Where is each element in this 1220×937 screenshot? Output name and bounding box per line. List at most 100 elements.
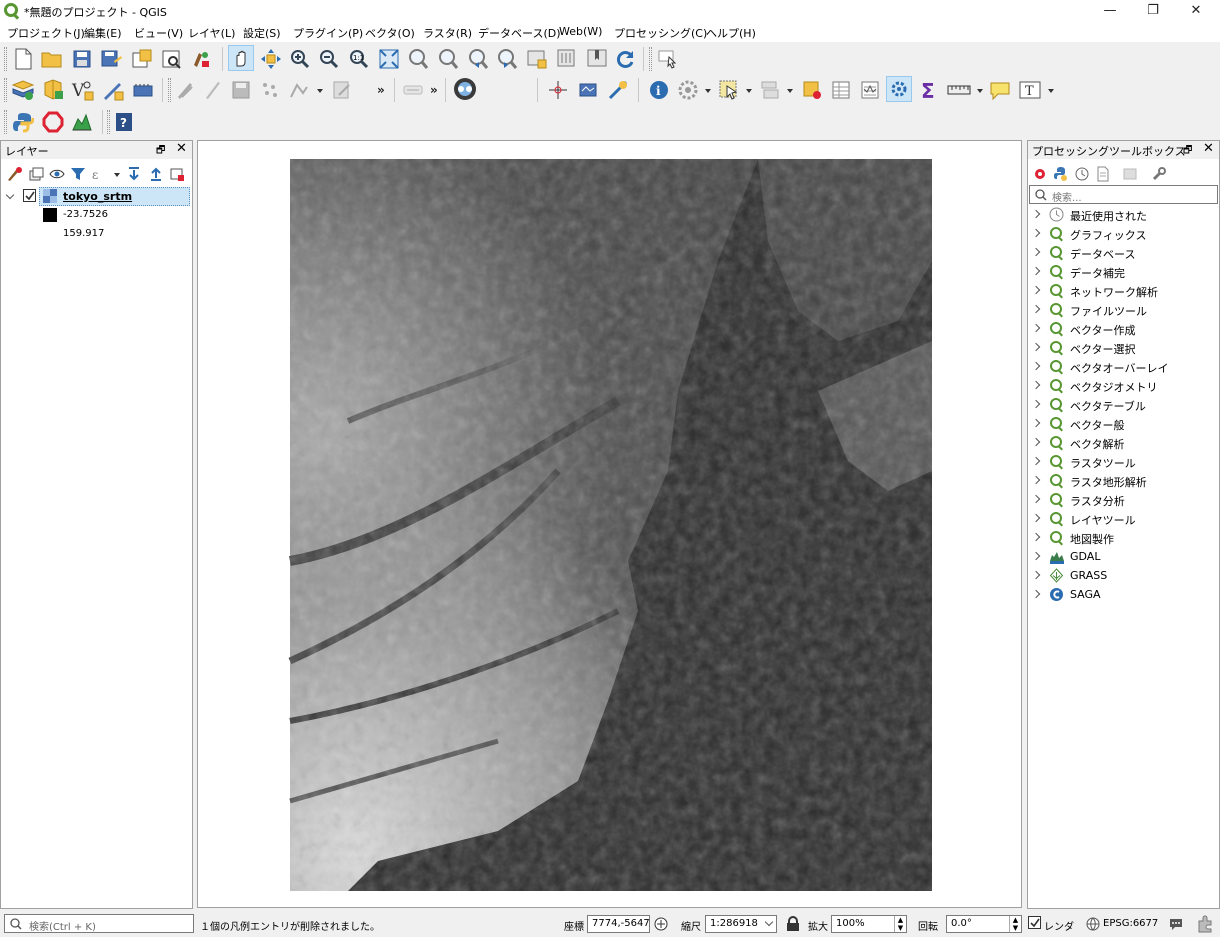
- toolbox-item-vector-overlay[interactable]: ベクタオーバーレイ: [1028, 357, 1219, 376]
- menu-processing[interactable]: プロセッシング(C): [614, 25, 707, 41]
- expand-all-icon[interactable]: [125, 165, 143, 183]
- filter-legend-icon[interactable]: [69, 165, 87, 183]
- crs-globe-icon[interactable]: [1086, 917, 1100, 931]
- toolbox-item-saga[interactable]: SAGA: [1028, 585, 1219, 604]
- messages-icon[interactable]: [1168, 916, 1184, 932]
- chevron-right-icon[interactable]: [1031, 361, 1041, 371]
- coordinate-field[interactable]: 7774,-5647: [587, 915, 650, 933]
- layout-manager-icon[interactable]: [159, 46, 185, 72]
- menu-project[interactable]: プロジェクト(J): [7, 25, 85, 41]
- temporal-controller-icon[interactable]: [554, 46, 580, 72]
- save-project-icon[interactable]: [69, 46, 95, 72]
- georeferencer-icon[interactable]: [575, 77, 601, 103]
- toolbar-grip[interactable]: [649, 47, 652, 71]
- chevron-right-icon[interactable]: [1031, 247, 1041, 257]
- refresh-icon[interactable]: [612, 46, 638, 72]
- chevron-right-icon[interactable]: [1031, 456, 1041, 466]
- chevron-right-icon[interactable]: [1031, 513, 1041, 523]
- measure-line-icon[interactable]: [946, 77, 972, 103]
- toolbar-overflow-button[interactable]: »: [377, 83, 385, 97]
- zoom-native-icon[interactable]: 1:1: [346, 46, 372, 72]
- toolbar-grip[interactable]: [4, 47, 7, 71]
- show-bookmarks-icon[interactable]: [584, 46, 610, 72]
- render-checkbox[interactable]: [1028, 916, 1041, 929]
- save-layer-edits-icon[interactable]: [228, 77, 254, 103]
- help-icon[interactable]: ?: [111, 109, 137, 135]
- toolbox-item-vector-table[interactable]: ベクタテーブル: [1028, 395, 1219, 414]
- python-console-icon[interactable]: [10, 109, 36, 135]
- chevron-down-icon[interactable]: [764, 917, 774, 927]
- map-tips-icon[interactable]: [655, 46, 681, 72]
- results-viewer-icon[interactable]: [1094, 165, 1112, 183]
- chevron-right-icon[interactable]: [1031, 342, 1041, 352]
- new-project-icon[interactable]: [10, 46, 36, 72]
- chevron-right-icon[interactable]: [1031, 589, 1041, 599]
- toolbox-item-file-tools[interactable]: ファイルツール: [1028, 300, 1219, 319]
- chevron-right-icon[interactable]: [1031, 266, 1041, 276]
- rotation-stepper-icon[interactable]: ▲ ▼: [1009, 916, 1021, 932]
- menu-plugins[interactable]: プラグイン(P): [293, 25, 363, 41]
- open-layer-styling-icon[interactable]: [5, 165, 23, 183]
- manage-map-themes-icon[interactable]: [48, 165, 66, 183]
- geometry-checker-icon[interactable]: [40, 109, 66, 135]
- scripts-icon[interactable]: [1052, 165, 1070, 183]
- add-group-icon[interactable]: [27, 165, 45, 183]
- coordinate-capture-icon[interactable]: [545, 77, 571, 103]
- toolbox-item-interpolation[interactable]: データ補完: [1028, 262, 1219, 281]
- pan-map-icon[interactable]: [228, 45, 254, 71]
- open-project-icon[interactable]: [39, 46, 65, 72]
- maximize-button[interactable]: ❐: [1138, 1, 1168, 21]
- menu-database[interactable]: データベース(D): [478, 25, 561, 41]
- toolbox-item-map-making[interactable]: 地図製作: [1028, 528, 1219, 547]
- locator-search-input[interactable]: 検索(Ctrl + K): [4, 914, 194, 933]
- chevron-right-icon[interactable]: [1031, 285, 1041, 295]
- remove-layer-icon[interactable]: [168, 165, 186, 183]
- toolbox-item-cartography[interactable]: グラフィックス: [1028, 224, 1219, 243]
- measure-dropdown-icon[interactable]: [977, 89, 983, 93]
- chevron-down-icon[interactable]: [5, 190, 15, 200]
- toolbox-search-input[interactable]: 検索...: [1029, 185, 1218, 204]
- new-scratch-layer-icon[interactable]: [100, 77, 126, 103]
- magnifier-stepper-icon[interactable]: ▲ ▼: [894, 916, 906, 932]
- rotation-spinbox[interactable]: 0.0° ▲ ▼: [946, 915, 1022, 933]
- chevron-right-icon[interactable]: [1031, 228, 1041, 238]
- options-icon[interactable]: [1150, 165, 1168, 183]
- chevron-right-icon[interactable]: [1031, 570, 1041, 580]
- toolbox-item-network-analysis[interactable]: ネットワーク解析: [1028, 281, 1219, 300]
- toolbox-item-vector-selection[interactable]: ベクター選択: [1028, 338, 1219, 357]
- new-virtual-layer-icon[interactable]: [130, 77, 156, 103]
- attribute-table-icon[interactable]: [828, 77, 854, 103]
- edit-features-in-place-icon[interactable]: [1121, 165, 1139, 183]
- deselect-all-icon[interactable]: [799, 77, 825, 103]
- vertex-tool-icon[interactable]: [286, 77, 312, 103]
- measure-tool-icon[interactable]: [605, 77, 631, 103]
- processing-toolbox-icon[interactable]: [886, 76, 912, 102]
- chevron-right-icon[interactable]: [1031, 437, 1041, 447]
- profile-tool-icon[interactable]: [69, 109, 95, 135]
- zoom-to-layer-icon[interactable]: [435, 46, 461, 72]
- map-canvas[interactable]: [197, 140, 1022, 908]
- toolbox-item-layer-tools[interactable]: レイヤツール: [1028, 509, 1219, 528]
- layers-panel-close-button[interactable]: ✕: [176, 141, 187, 156]
- select-features-dropdown-icon[interactable]: [746, 89, 752, 93]
- layer-name[interactable]: tokyo_srtm: [63, 190, 132, 203]
- zoom-last-icon[interactable]: [465, 46, 491, 72]
- toolbox-item-vector-geometry[interactable]: ベクタジオメトリ: [1028, 376, 1219, 395]
- zoom-full-icon[interactable]: [376, 46, 402, 72]
- toolbar-grip[interactable]: [4, 110, 7, 134]
- style-manager-icon[interactable]: [188, 46, 214, 72]
- chevron-right-icon[interactable]: [1031, 399, 1041, 409]
- layers-panel-float-button[interactable]: 🗗: [156, 143, 165, 160]
- new-shapefile-icon[interactable]: V: [70, 77, 96, 103]
- pan-to-selection-icon[interactable]: [258, 46, 284, 72]
- history-icon[interactable]: [1073, 165, 1091, 183]
- zoom-to-selection-icon[interactable]: [405, 46, 431, 72]
- zoom-next-icon[interactable]: [494, 46, 520, 72]
- menu-view[interactable]: ビュー(V): [134, 25, 183, 41]
- quickmapservices-icon[interactable]: [452, 76, 478, 102]
- chevron-right-icon[interactable]: [1031, 380, 1041, 390]
- chevron-right-icon[interactable]: [1031, 532, 1041, 542]
- toolbox-panel-float-button[interactable]: 🗗: [1183, 143, 1192, 160]
- zoom-in-icon[interactable]: [287, 46, 313, 72]
- toolbar-grip[interactable]: [4, 78, 7, 102]
